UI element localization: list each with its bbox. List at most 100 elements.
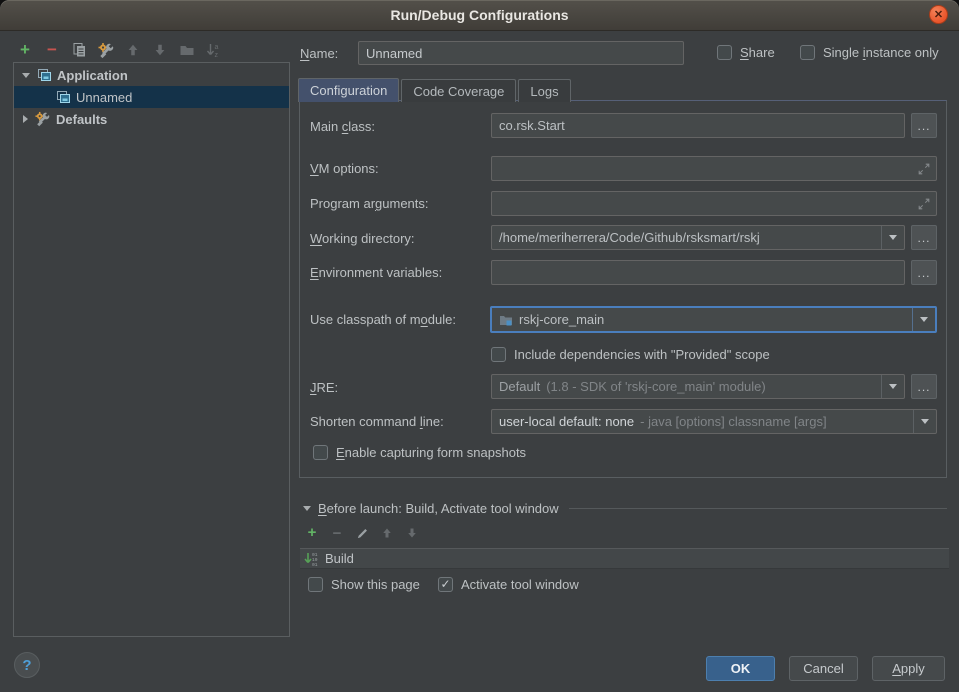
environment-variables-field[interactable] <box>491 260 905 285</box>
shorten-value: user-local default: none <box>499 414 634 429</box>
checkbox-label: Enable capturing form snapshots <box>336 445 526 460</box>
svg-text:01: 01 <box>312 562 318 567</box>
tab-code-coverage[interactable]: Code Coverage <box>401 79 516 102</box>
shorten-command-line-label: Shorten command line: <box>310 414 444 429</box>
single-instance-checkbox[interactable]: Single instance only <box>800 45 939 60</box>
main-class-browse-button[interactable]: ... <box>911 113 937 138</box>
chevron-right-icon[interactable] <box>23 115 28 123</box>
classpath-module-combobox[interactable]: rskj-core_main <box>490 306 937 333</box>
main-class-field[interactable]: co.rsk.Start <box>491 113 905 138</box>
jre-value: Default <box>499 379 540 394</box>
vm-options-field[interactable] <box>491 156 937 181</box>
tree-item-application[interactable]: Application <box>14 64 289 86</box>
share-checkbox[interactable]: Share <box>717 45 775 60</box>
ok-button[interactable]: OK <box>706 656 775 681</box>
checkbox-box[interactable] <box>308 577 323 592</box>
checkbox-box[interactable] <box>491 347 506 362</box>
checkbox-box[interactable] <box>800 45 815 60</box>
jre-browse-button[interactable]: ... <box>911 374 937 399</box>
move-up-icon[interactable] <box>124 41 142 59</box>
run-debug-configurations-dialog: Run/Debug Configurations ✕ + − <box>0 0 959 692</box>
add-icon[interactable]: + <box>305 526 319 540</box>
copy-icon[interactable] <box>70 41 88 59</box>
activate-tool-window-checkbox[interactable]: ✓ Activate tool window <box>438 577 579 592</box>
defaults-wrench-icon <box>35 111 51 127</box>
move-down-icon[interactable] <box>151 41 169 59</box>
before-launch-toolbar: + − <box>305 526 419 540</box>
shorten-value-detail: - java [options] classname [args] <box>640 414 826 429</box>
jre-label: JRE: <box>310 380 338 395</box>
before-launch-item-build[interactable]: 01 10 01 Build <box>300 548 949 569</box>
help-icon[interactable]: ? <box>14 652 40 678</box>
checkbox-box[interactable] <box>313 445 328 460</box>
checkbox-box[interactable]: ✓ <box>438 577 453 592</box>
before-launch-title: Before launch: Build, Activate tool wind… <box>318 501 559 516</box>
checkbox-label: Show this page <box>331 577 420 592</box>
configurations-tree <box>13 62 290 637</box>
tree-item-label: Application <box>57 68 128 83</box>
environment-variables-label: Environment variables: <box>310 265 442 280</box>
pencil-icon[interactable] <box>355 526 369 540</box>
name-label: Name: <box>300 46 338 61</box>
expand-icon[interactable] <box>917 197 931 211</box>
working-directory-browse-button[interactable]: ... <box>911 225 937 250</box>
move-down-icon[interactable] <box>405 526 419 540</box>
environment-variables-browse-button[interactable]: ... <box>911 260 937 285</box>
cancel-button[interactable]: Cancel <box>789 656 858 681</box>
before-launch-section-header[interactable]: Before launch: Build, Activate tool wind… <box>303 501 947 516</box>
application-icon <box>55 89 71 105</box>
checkbox-box[interactable] <box>717 45 732 60</box>
field-value: rskj-core_main <box>519 312 604 327</box>
checkbox-label: Share <box>740 45 775 60</box>
tree-item-defaults[interactable]: Defaults <box>14 108 289 130</box>
tree-item-unnamed[interactable]: Unnamed <box>14 86 289 108</box>
dropdown-arrow-icon[interactable] <box>912 308 935 331</box>
field-value: /home/meriherrera/Code/Github/rsksmart/r… <box>499 230 760 245</box>
folder-icon[interactable] <box>178 41 196 59</box>
chevron-down-icon[interactable] <box>22 73 30 78</box>
include-provided-checkbox[interactable]: Include dependencies with "Provided" sco… <box>491 347 770 362</box>
edit-defaults-icon[interactable] <box>97 41 115 59</box>
main-class-label: Main class: <box>310 119 375 134</box>
field-value: co.rsk.Start <box>499 118 565 133</box>
dropdown-arrow-icon[interactable] <box>913 410 936 433</box>
chevron-down-icon[interactable] <box>303 506 311 511</box>
remove-icon[interactable]: − <box>43 41 61 59</box>
build-icon: 01 10 01 <box>304 551 320 567</box>
apply-button[interactable]: Apply <box>872 656 945 681</box>
tab-bar: Configuration Code Coverage Logs <box>298 78 571 102</box>
form-snapshots-checkbox[interactable]: Enable capturing form snapshots <box>313 445 526 460</box>
close-icon[interactable]: ✕ <box>929 5 948 24</box>
dropdown-arrow-icon[interactable] <box>881 226 904 249</box>
jre-combobox[interactable]: Default (1.8 - SDK of 'rskj-core_main' m… <box>491 374 905 399</box>
tab-logs[interactable]: Logs <box>518 79 570 102</box>
expand-icon[interactable] <box>917 162 931 176</box>
name-input[interactable] <box>358 41 684 65</box>
svg-text:a: a <box>215 44 219 51</box>
divider <box>569 508 947 509</box>
list-item-label: Build <box>325 551 354 566</box>
configurations-toolbar: + − <box>16 41 223 59</box>
title-bar[interactable]: Run/Debug Configurations ✕ <box>0 0 959 31</box>
checkbox-label: Activate tool window <box>461 577 579 592</box>
module-icon <box>499 313 513 327</box>
jre-value-detail: (1.8 - SDK of 'rskj-core_main' module) <box>546 379 766 394</box>
svg-text:z: z <box>215 52 219 58</box>
vm-options-label: VM options: <box>310 161 379 176</box>
checkbox-label: Include dependencies with "Provided" sco… <box>514 347 770 362</box>
tab-configuration[interactable]: Configuration <box>298 78 399 102</box>
remove-icon[interactable]: − <box>330 526 344 540</box>
shorten-command-line-combobox[interactable]: user-local default: none - java [options… <box>491 409 937 434</box>
show-this-page-checkbox[interactable]: Show this page <box>308 577 420 592</box>
application-icon <box>36 67 52 83</box>
working-directory-label: Working directory: <box>310 231 415 246</box>
program-arguments-label: Program arguments: <box>310 196 429 211</box>
working-directory-combobox[interactable]: /home/meriherrera/Code/Github/rsksmart/r… <box>491 225 905 250</box>
move-up-icon[interactable] <box>380 526 394 540</box>
program-arguments-field[interactable] <box>491 191 937 216</box>
sort-alphabetically-icon[interactable]: a z <box>205 41 223 59</box>
add-icon[interactable]: + <box>16 41 34 59</box>
dropdown-arrow-icon[interactable] <box>881 375 904 398</box>
tree-item-label: Unnamed <box>76 90 132 105</box>
tree-item-label: Defaults <box>56 112 107 127</box>
